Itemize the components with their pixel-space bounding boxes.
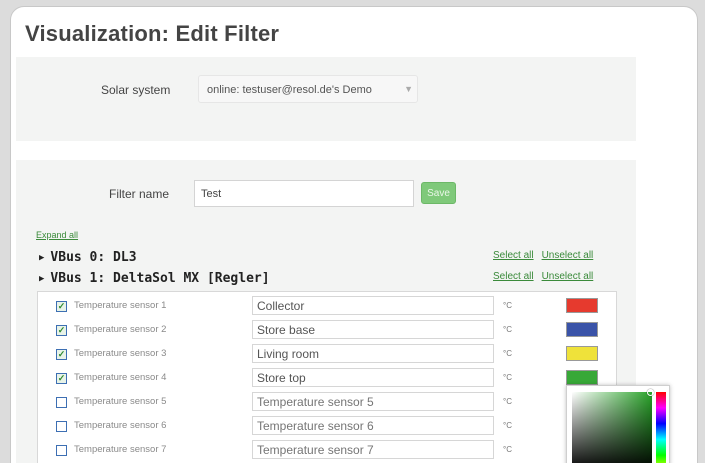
sensor-1-name-input[interactable] — [252, 296, 494, 315]
caret-right-icon: ▶ — [39, 274, 45, 284]
app-window: Visualization: Edit Filter Solar system … — [10, 6, 698, 463]
vbus-1-links: Select all Unselect all — [493, 271, 601, 282]
sensor-row: ✓ Temperature sensor 1 °C — [38, 294, 616, 318]
vbus-0-select-all-link[interactable]: Select all — [493, 250, 534, 261]
sensor-row: ✓ Temperature sensor 3 °C — [38, 342, 616, 366]
sensor-2-color-swatch[interactable] — [566, 322, 598, 337]
sensor-6-unit: °C — [503, 421, 512, 430]
sensor-1-label: Temperature sensor 1 — [74, 300, 167, 311]
vbus-0-unselect-all-link[interactable]: Unselect all — [542, 250, 594, 261]
sensor-6-name-input[interactable] — [252, 416, 494, 435]
vbus-1-label: VBus 1: DeltaSol MX [Regler] — [50, 271, 270, 286]
filter-name-label: Filter name — [109, 187, 170, 201]
sensor-5-label: Temperature sensor 5 — [74, 396, 167, 407]
sensor-1-color-swatch[interactable] — [566, 298, 598, 313]
sensor-3-checkbox[interactable]: ✓ — [56, 349, 67, 360]
sensor-row: ✓ Temperature sensor 2 °C — [38, 318, 616, 342]
sensor-3-color-swatch[interactable] — [566, 346, 598, 361]
solar-system-selected-value: online: testuser@resol.de's Demo — [207, 84, 372, 96]
sensor-5-unit: °C — [503, 397, 512, 406]
sensor-1-checkbox[interactable]: ✓ — [56, 301, 67, 312]
page-title: Visualization: Edit Filter — [25, 21, 280, 46]
vbus-0-toggle[interactable]: ▶ VBus 0: DL3 — [39, 250, 137, 265]
vbus-0-links: Select all Unselect all — [493, 250, 601, 261]
vbus-1-select-all-link[interactable]: Select all — [493, 271, 534, 282]
sensor-row: ✓ Temperature sensor 4 °C — [38, 366, 616, 390]
sensor-list: ✓ Temperature sensor 1 °C ✓ Temperature … — [37, 291, 617, 463]
sensor-2-checkbox[interactable]: ✓ — [56, 325, 67, 336]
sensor-row: Temperature sensor 7 °C — [38, 438, 616, 462]
vbus-1-unselect-all-link[interactable]: Unselect all — [542, 271, 594, 282]
save-button[interactable]: Save — [421, 182, 456, 204]
sensor-7-label: Temperature sensor 7 — [74, 444, 167, 455]
sensor-3-unit: °C — [503, 349, 512, 358]
caret-right-icon: ▶ — [39, 253, 45, 263]
expand-all-link[interactable]: Expand all — [36, 230, 78, 240]
color-picker-saturation-area[interactable] — [572, 392, 652, 463]
sensor-5-checkbox[interactable] — [56, 397, 67, 408]
color-picker-popup — [566, 385, 670, 463]
sensor-4-unit: °C — [503, 373, 512, 382]
filter-name-input[interactable] — [194, 180, 414, 207]
sensor-4-color-swatch[interactable] — [566, 370, 598, 385]
sensor-2-label: Temperature sensor 2 — [74, 324, 167, 335]
sensor-6-checkbox[interactable] — [56, 421, 67, 432]
sensor-7-name-input[interactable] — [252, 440, 494, 459]
sensor-7-checkbox[interactable] — [56, 445, 67, 456]
color-picker-handle[interactable] — [647, 389, 654, 396]
solar-system-label: Solar system — [101, 83, 171, 97]
vbus-1-toggle[interactable]: ▶ VBus 1: DeltaSol MX [Regler] — [39, 271, 270, 286]
sensor-2-unit: °C — [503, 325, 512, 334]
sensor-4-label: Temperature sensor 4 — [74, 372, 167, 383]
solar-system-select[interactable]: online: testuser@resol.de's Demo ▼ — [198, 75, 418, 103]
sensor-row: Temperature sensor 5 °C — [38, 390, 616, 414]
vbus-0-label: VBus 0: DL3 — [50, 250, 137, 265]
color-picker-hue-slider[interactable] — [656, 392, 666, 463]
sensor-3-name-input[interactable] — [252, 344, 494, 363]
sensor-6-label: Temperature sensor 6 — [74, 420, 167, 431]
sensor-3-label: Temperature sensor 3 — [74, 348, 167, 359]
sensor-4-name-input[interactable] — [252, 368, 494, 387]
sensor-row: Temperature sensor 6 °C — [38, 414, 616, 438]
sensor-1-unit: °C — [503, 301, 512, 310]
sensor-4-checkbox[interactable]: ✓ — [56, 373, 67, 384]
chevron-down-icon: ▼ — [404, 84, 413, 94]
sensor-7-unit: °C — [503, 445, 512, 454]
sensor-5-name-input[interactable] — [252, 392, 494, 411]
sensor-2-name-input[interactable] — [252, 320, 494, 339]
